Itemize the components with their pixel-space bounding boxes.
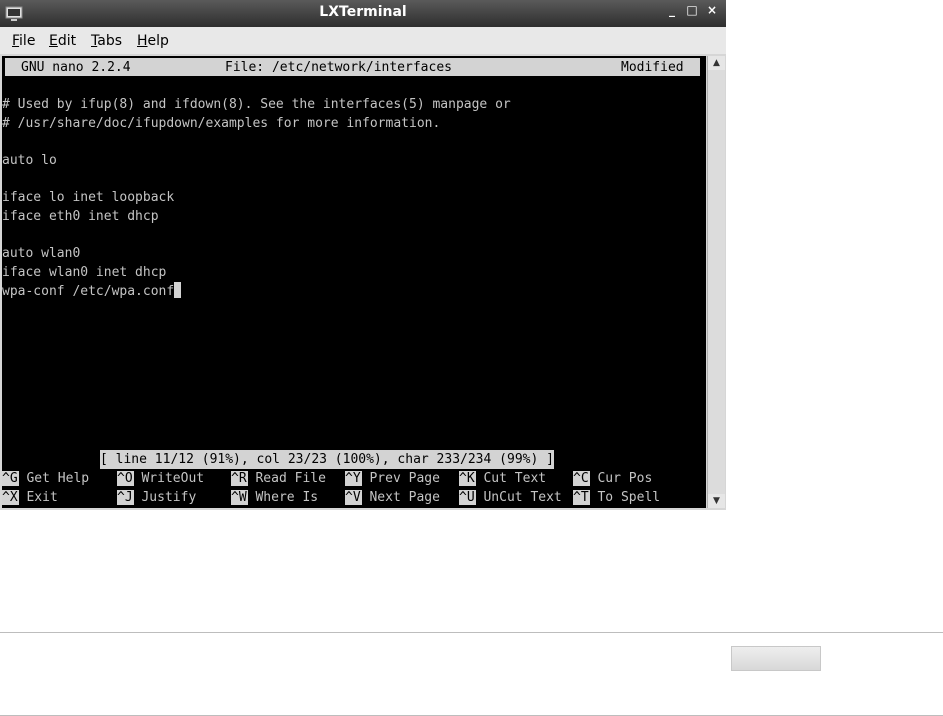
shortcut-to-spell: ^T To Spell: [573, 490, 661, 505]
shortcut-uncut-text: ^U UnCut Text: [459, 490, 562, 505]
editor-line: # /usr/share/doc/ifupdown/examples for m…: [2, 116, 441, 131]
editor-line: iface wlan0 inet dhcp: [2, 265, 167, 280]
close-icon[interactable]: ×: [704, 3, 720, 17]
current-line-text: wpa-conf /etc/wpa.conf: [2, 284, 175, 299]
menu-edit[interactable]: Edit: [49, 33, 76, 49]
nano-header: GNU nano 2.2.4 File: /etc/network/interf…: [5, 58, 700, 76]
editor-line: # Used by ifup(8) and ifdown(8). See the…: [2, 97, 511, 112]
text-cursor: [174, 282, 182, 298]
terminal-scrollbar[interactable]: ▲ ▼: [707, 56, 725, 508]
minimize-icon[interactable]: _: [664, 3, 680, 17]
editor-line: iface lo inet loopback: [2, 190, 175, 205]
editor-line: iface eth0 inet dhcp: [2, 209, 159, 224]
window-title: LXTerminal: [319, 4, 407, 20]
terminal-window: LXTerminal _ □ × File Edit Tabs Help GNU…: [0, 0, 726, 510]
nano-filename: File: /etc/network/interfaces: [225, 60, 452, 75]
shortcut-cut-text: ^K Cut Text: [459, 471, 547, 486]
nano-version: GNU nano 2.2.4: [21, 60, 131, 75]
editor-line: auto wlan0: [2, 246, 81, 261]
editor-line: auto lo: [2, 153, 57, 168]
menu-file[interactable]: File: [12, 33, 35, 49]
shortcut-next-page: ^V Next Page: [345, 490, 440, 505]
blank-button[interactable]: [731, 646, 821, 671]
shortcut-writeout: ^O WriteOut: [117, 471, 205, 486]
scroll-up-icon[interactable]: ▲: [708, 56, 725, 70]
title-bar[interactable]: LXTerminal _ □ ×: [0, 0, 726, 27]
shortcut-cur-pos: ^C Cur Pos: [573, 471, 653, 486]
shortcut-get-help: ^G Get Help: [2, 471, 90, 486]
shortcut-read-file: ^R Read File: [231, 471, 326, 486]
terminal-screen[interactable]: GNU nano 2.2.4 File: /etc/network/interf…: [2, 56, 706, 508]
shortcut-prev-page: ^Y Prev Page: [345, 471, 440, 486]
shortcut-exit: ^X Exit: [2, 490, 58, 505]
menu-bar: File Edit Tabs Help: [0, 27, 726, 54]
scroll-down-icon[interactable]: ▼: [708, 494, 725, 508]
menu-tabs[interactable]: Tabs: [91, 33, 122, 49]
nano-modified-flag: Modified: [621, 60, 684, 75]
maximize-icon[interactable]: □: [684, 3, 700, 17]
shortcut-justify: ^J Justify: [117, 490, 197, 505]
menu-help[interactable]: Help: [137, 33, 169, 49]
shortcut-where-is: ^W Where Is: [231, 490, 319, 505]
nano-status-bar: [ line 11/12 (91%), col 23/23 (100%), ch…: [100, 450, 554, 469]
divider: [0, 632, 943, 633]
editor-line-current: wpa-conf /etc/wpa.conf: [2, 282, 182, 301]
